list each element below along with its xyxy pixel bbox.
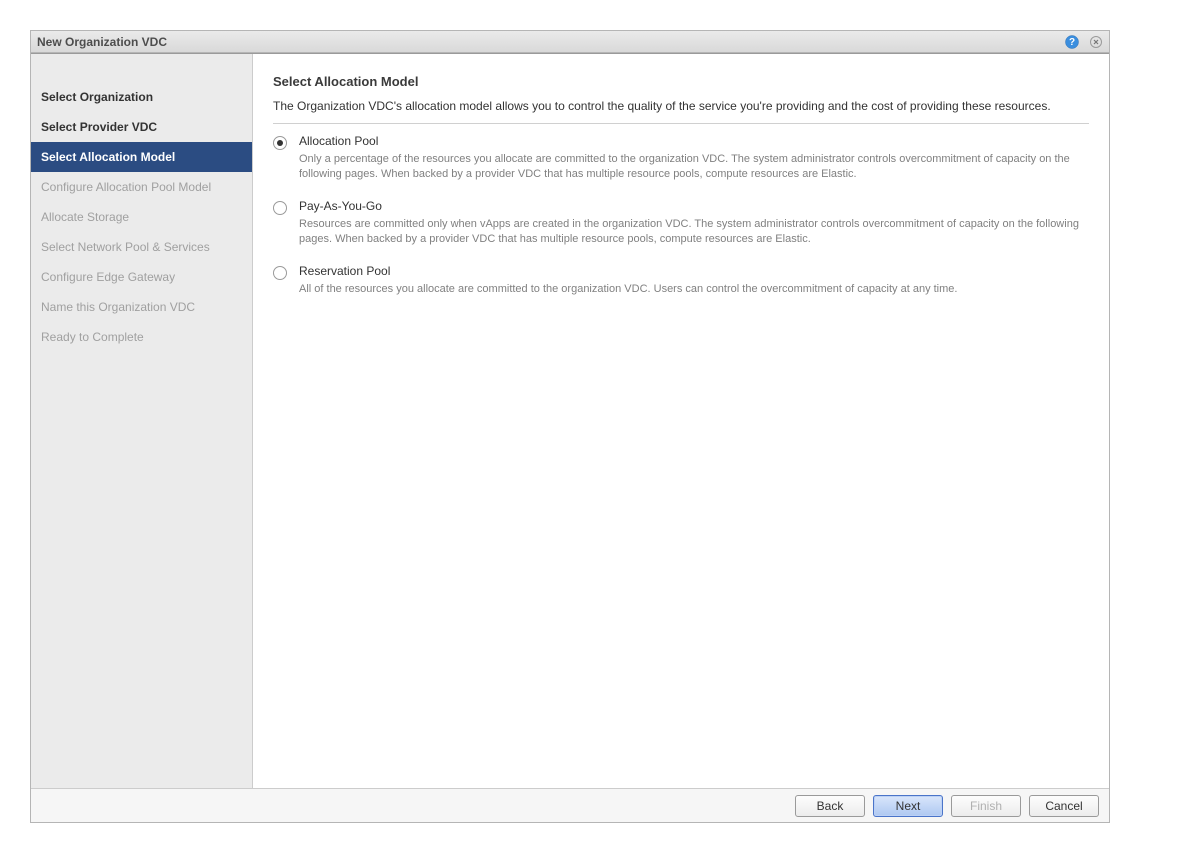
option-allocation-pool: Allocation Pool Only a percentage of the… xyxy=(273,134,1089,183)
option-pay-as-you-go: Pay-As-You-Go Resources are committed on… xyxy=(273,199,1089,248)
option-desc-pay-as-you-go: Resources are committed only when vApps … xyxy=(299,217,1089,248)
option-title-reservation-pool[interactable]: Reservation Pool xyxy=(299,264,1089,278)
dialog-body: Select Organization Select Provider VDC … xyxy=(31,53,1109,788)
dialog-footer: Back Next Finish Cancel xyxy=(31,788,1109,822)
nav-item-ready-to-complete: Ready to Complete xyxy=(31,322,252,352)
radio-reservation-pool[interactable] xyxy=(273,266,287,280)
wizard-content: Select Allocation Model The Organization… xyxy=(253,54,1109,788)
nav-item-select-organization[interactable]: Select Organization xyxy=(31,82,252,112)
dialog-header: New Organization VDC ? xyxy=(31,31,1109,53)
radio-col xyxy=(273,134,299,150)
nav-item-allocate-storage: Allocate Storage xyxy=(31,202,252,232)
radio-pay-as-you-go[interactable] xyxy=(273,201,287,215)
radio-allocation-pool[interactable] xyxy=(273,136,287,150)
content-title: Select Allocation Model xyxy=(273,74,1089,89)
dialog-title: New Organization VDC xyxy=(37,35,167,49)
close-icon[interactable] xyxy=(1089,35,1103,49)
nav-item-name-org-vdc: Name this Organization VDC xyxy=(31,292,252,322)
option-title-allocation-pool[interactable]: Allocation Pool xyxy=(299,134,1089,148)
nav-item-select-provider-vdc[interactable]: Select Provider VDC xyxy=(31,112,252,142)
svg-text:?: ? xyxy=(1069,37,1075,48)
option-desc-allocation-pool: Only a percentage of the resources you a… xyxy=(299,152,1089,183)
content-intro: The Organization VDC's allocation model … xyxy=(273,99,1089,124)
wizard-dialog: New Organization VDC ? Select Organizati… xyxy=(30,30,1110,823)
header-icons: ? xyxy=(1065,35,1103,49)
next-button[interactable]: Next xyxy=(873,795,943,817)
option-reservation-pool: Reservation Pool All of the resources yo… xyxy=(273,264,1089,297)
radio-col xyxy=(273,264,299,280)
nav-item-select-allocation-model[interactable]: Select Allocation Model xyxy=(31,142,252,172)
finish-button: Finish xyxy=(951,795,1021,817)
nav-item-configure-allocation-pool-model: Configure Allocation Pool Model xyxy=(31,172,252,202)
option-body: Pay-As-You-Go Resources are committed on… xyxy=(299,199,1089,248)
option-desc-reservation-pool: All of the resources you allocate are co… xyxy=(299,282,1089,297)
nav-item-select-network-pool: Select Network Pool & Services xyxy=(31,232,252,262)
option-body: Allocation Pool Only a percentage of the… xyxy=(299,134,1089,183)
option-title-pay-as-you-go[interactable]: Pay-As-You-Go xyxy=(299,199,1089,213)
radio-col xyxy=(273,199,299,215)
option-body: Reservation Pool All of the resources yo… xyxy=(299,264,1089,297)
back-button[interactable]: Back xyxy=(795,795,865,817)
nav-item-configure-edge-gateway: Configure Edge Gateway xyxy=(31,262,252,292)
help-icon[interactable]: ? xyxy=(1065,35,1079,49)
cancel-button[interactable]: Cancel xyxy=(1029,795,1099,817)
wizard-sidebar: Select Organization Select Provider VDC … xyxy=(31,54,253,788)
